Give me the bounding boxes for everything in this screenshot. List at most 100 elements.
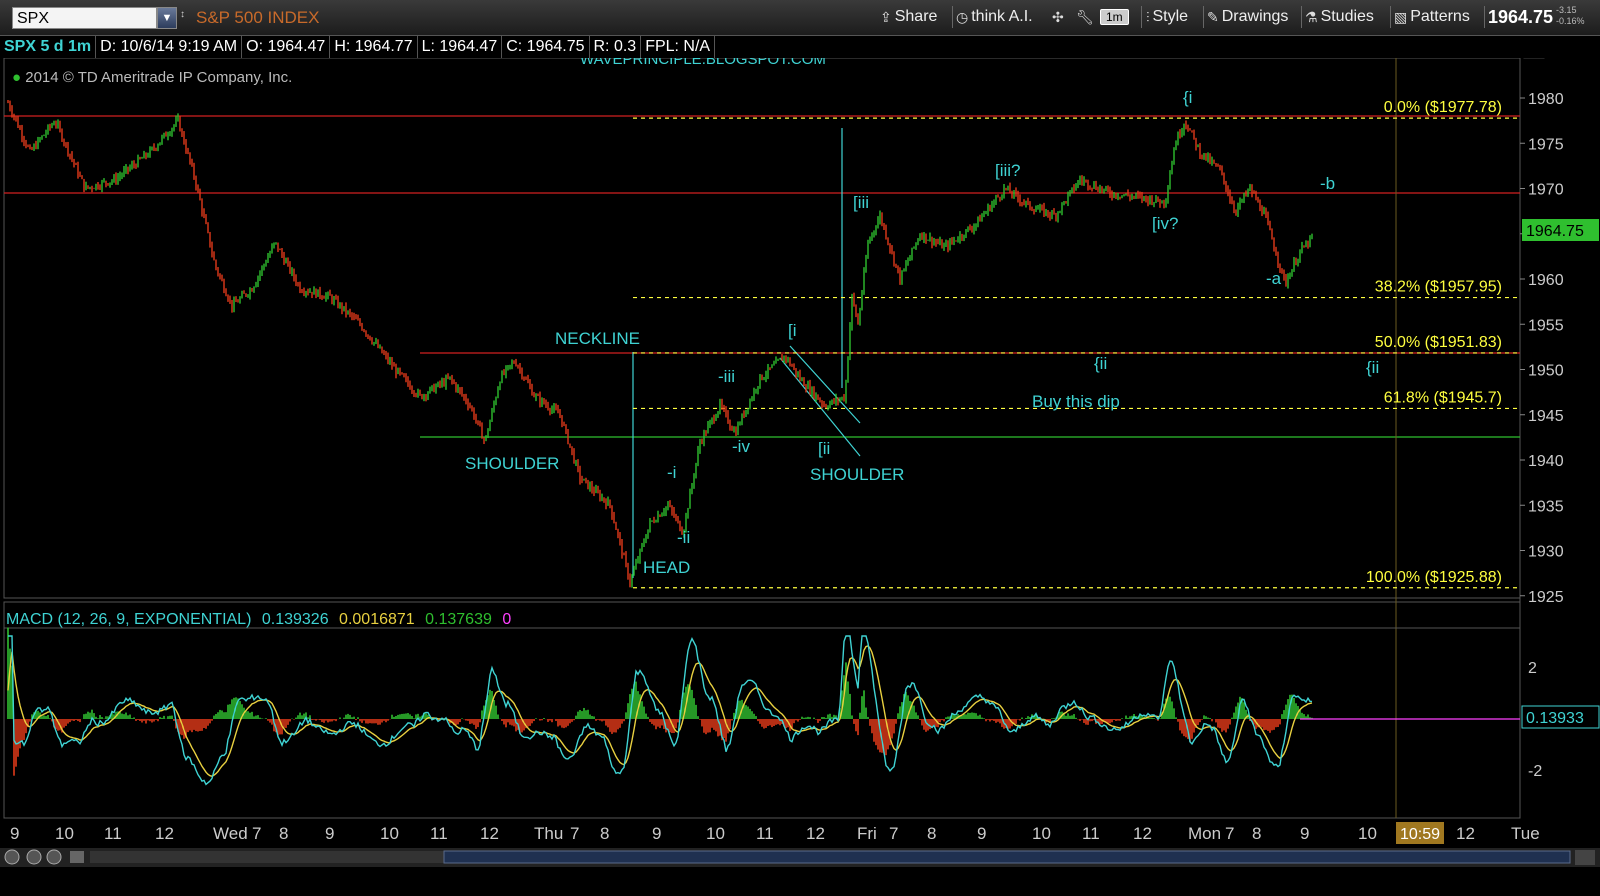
price-axis: 1980197519701965196019551950194519401935… (1520, 91, 1564, 606)
time-tick-label: 12 (155, 824, 174, 843)
price-tick-label: 1945 (1528, 408, 1564, 425)
time-tick-label: 9 (977, 824, 986, 843)
price-tick-label: 1950 (1528, 363, 1564, 380)
time-tick-label: 10 (380, 824, 399, 843)
macd-tick-neg: -2 (1528, 763, 1542, 780)
toolbar-divider (1390, 6, 1391, 28)
toolbar-divider (1301, 6, 1302, 28)
price-tick-label: 1970 (1528, 182, 1564, 199)
bars-icon: ⫶ (1146, 9, 1150, 25)
time-tick-label: 9 (325, 824, 334, 843)
shoulder-left-label: SHOULDER (465, 454, 559, 473)
scroll-right-icon[interactable] (1575, 850, 1595, 865)
think-ai-label: think A.I. (971, 8, 1033, 25)
macd-value: 0.139326 (262, 611, 329, 628)
current-price-label: 1964.75 (1526, 223, 1584, 240)
info-range: R: 0.3 (590, 36, 642, 58)
style-button[interactable]: ⫶ Style (1146, 6, 1188, 28)
time-tick-label: 11 (1082, 824, 1100, 843)
time-tick-label: 10 (55, 824, 74, 843)
think-ai-button[interactable]: ◷ think A.I. (956, 6, 1033, 28)
time-tick-label: Tue (1511, 824, 1540, 843)
macd-signal-line (7, 645, 1313, 777)
wave-minus-iv-label: -iv (732, 437, 750, 456)
chart-area[interactable]: ⟋ ● 2014 © TD Ameritrade IP Company, Inc… (0, 35, 1600, 891)
crosshair-tool-button[interactable]: ✣ (1052, 6, 1064, 28)
info-high: H: 1964.77 (330, 36, 418, 58)
time-tick-label: 7 (1225, 824, 1234, 843)
pan-icon[interactable] (4, 849, 20, 865)
last-price: 1964.75 (1488, 7, 1554, 27)
symbol-link-icon[interactable]: ↕ (180, 9, 185, 20)
studies-label: Studies (1320, 8, 1374, 25)
price-tick-label: 1935 (1528, 498, 1564, 515)
net-change: -3.15 -0.16% (1556, 5, 1585, 27)
watermark-text: WAVEPRINCIPLE.BLOGSPOT.COM (580, 58, 826, 68)
macd-line (8, 635, 1313, 786)
info-date: D: 10/6/14 9:19 AM (96, 36, 243, 58)
patterns-label: Patterns (1410, 8, 1470, 25)
pattern-icon: ▧ (1394, 9, 1408, 25)
time-tick-label: 8 (927, 824, 936, 843)
time-tick-label: 9 (1300, 824, 1309, 843)
time-tick-label: 7 (252, 824, 261, 843)
interval-button[interactable]: 1m (1100, 6, 1129, 28)
wrench-icon: 🔧︎ (1076, 9, 1094, 25)
percent-change-value: -0.16% (1556, 16, 1585, 26)
clock-icon: ◷ (956, 9, 969, 25)
price-chart[interactable]: ⟋ ● 2014 © TD Ameritrade IP Company, Inc… (0, 35, 1600, 891)
time-tick-label: Thu (534, 824, 563, 843)
toolbar-divider (1484, 6, 1485, 28)
time-tick-label: 10 (706, 824, 725, 843)
time-tick-label: Mon (1188, 824, 1221, 843)
settings-tool-button[interactable]: 🔧︎ (1076, 6, 1094, 28)
info-dot-icon: ● (12, 69, 21, 86)
studies-button[interactable]: ⚗ Studies (1305, 6, 1374, 28)
patterns-button[interactable]: ▧ Patterns (1394, 6, 1470, 28)
flask-icon: ⚗ (1305, 9, 1318, 25)
macd-header: MACD (12, 26, 9, EXPONENTIAL) 0.139326 0… (6, 611, 511, 628)
zoom-out-icon[interactable] (46, 849, 62, 865)
wave-minus-a-label: -a (1266, 269, 1282, 288)
scroll-left-icon[interactable] (70, 851, 84, 863)
price-tick-label: 1980 (1528, 91, 1564, 108)
macd-plot (7, 627, 1313, 786)
time-cursor-label: 10:59 (1400, 826, 1440, 843)
price-tick-label: 1975 (1528, 136, 1564, 153)
drawings-button[interactable]: ✎ Drawings (1207, 6, 1288, 28)
quote-info-bar: SPX 5 d 1m D: 10/6/14 9:19 AM O: 1964.47… (0, 36, 716, 58)
time-tick-label: 11 (756, 824, 774, 843)
copyright-label: 2014 © TD Ameritrade IP Company, Inc. (25, 69, 292, 86)
symbol-input[interactable]: SPX (12, 7, 157, 29)
info-fpl: FPL: N/A (641, 36, 716, 58)
time-axis: 9 10 11 12 Wed 7 8 9 10 11 12 Thu 7 8 9 10 11 12 Fri 7 8 9 10 1… (10, 824, 1540, 843)
time-tick-label: 9 (10, 824, 19, 843)
price-candles (7, 99, 1313, 588)
net-change-value: -3.15 (1556, 5, 1577, 15)
wave-minus-ii-label: -ii (677, 528, 690, 547)
time-tick-label: 12 (1133, 824, 1152, 843)
wave-sq-iii-q-label: [iii? (995, 161, 1021, 180)
share-button[interactable]: ⇪ Share (880, 6, 937, 28)
macd-title: MACD (12, 26, 9, EXPONENTIAL) (6, 611, 251, 628)
fib-retracement: 0.0% ($1977.78) 38.2% ($1957.95) 50.0% ($1… (633, 99, 1518, 589)
toolbar-divider (1141, 6, 1142, 28)
time-tick-label: Wed (213, 824, 248, 843)
copyright-text: ● 2014 © TD Ameritrade IP Company, Inc. (12, 69, 292, 86)
wave-minus-b-label: -b (1320, 174, 1335, 193)
zoom-in-icon[interactable] (26, 849, 42, 865)
fib-level-label: 100.0% ($1925.88) (1366, 569, 1502, 586)
symbol-dropdown-button[interactable]: ▼ (157, 7, 177, 29)
scrollbar-thumb[interactable] (443, 850, 1571, 864)
buy-dip-label: Buy this dip (1032, 392, 1120, 411)
price-tick-label: 1955 (1528, 317, 1564, 334)
time-tick-label: 12 (480, 824, 499, 843)
pencil-icon: ✎ (1207, 9, 1219, 25)
wave-sq-ii-label: [ii (818, 439, 830, 458)
time-tick-label: 12 (806, 824, 825, 843)
interval-badge: 1m (1100, 9, 1129, 25)
toolbar: SPX ▼ ↕ S&P 500 INDEX ⇪ Share ◷ think A.I.… (0, 0, 1600, 36)
symbol-period[interactable]: SPX 5 d 1m (0, 36, 97, 58)
fib-level-label: 61.8% ($1945.7) (1384, 389, 1502, 406)
neckline-label: NECKLINE (555, 329, 640, 348)
